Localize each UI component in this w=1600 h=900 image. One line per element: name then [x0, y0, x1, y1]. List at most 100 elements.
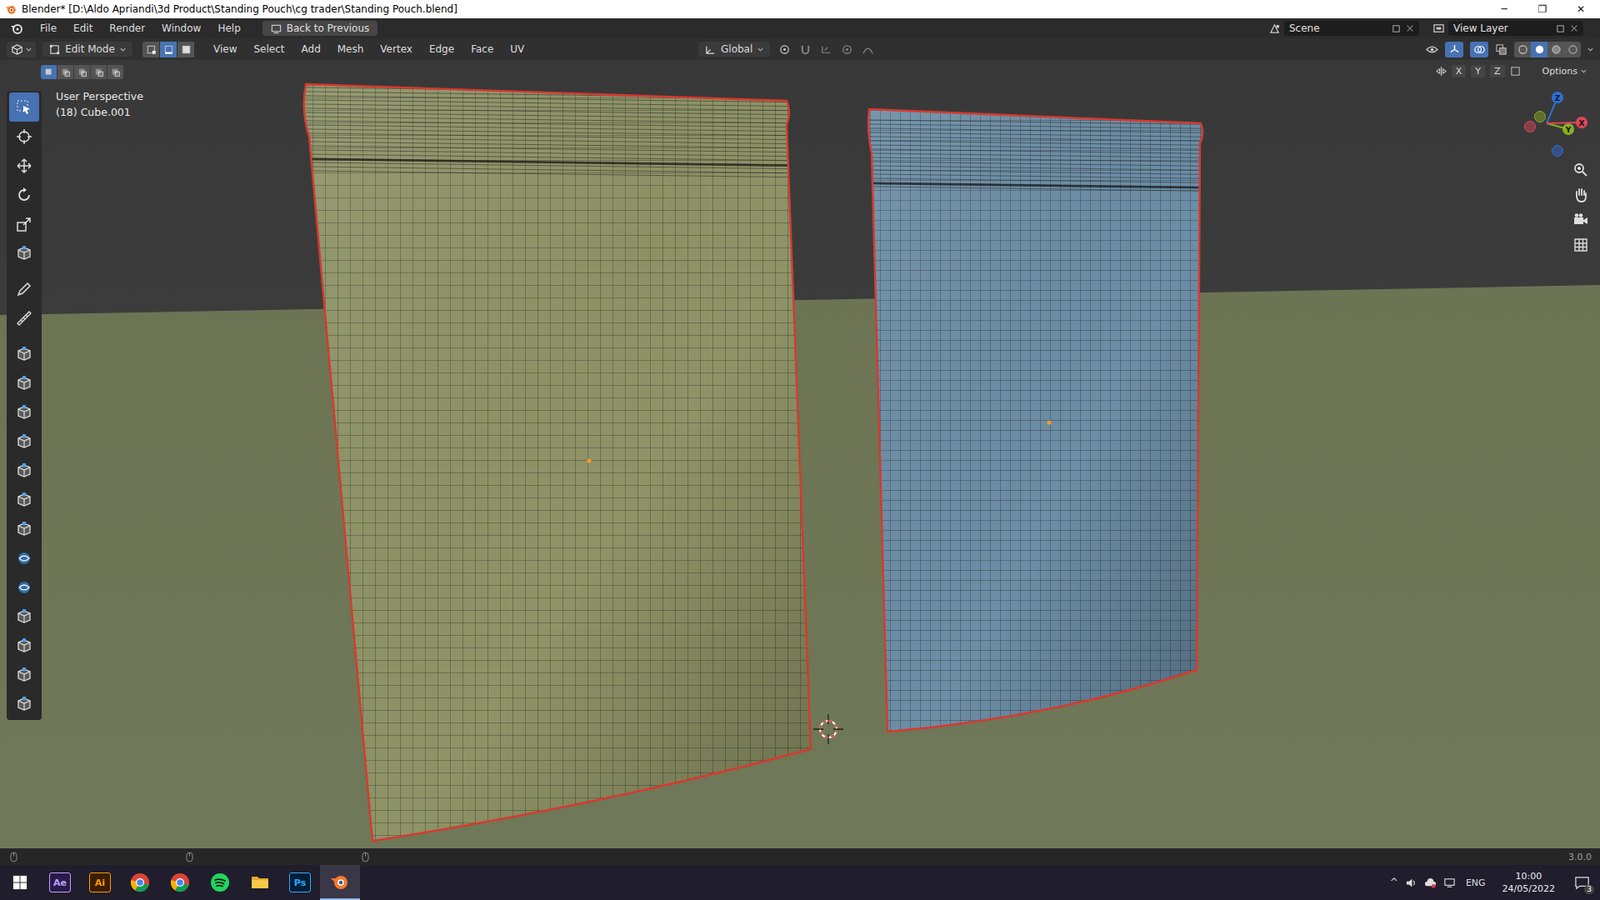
measure-tool[interactable]	[9, 303, 40, 333]
auto-merge-icon[interactable]	[1510, 65, 1521, 77]
chrome-taskbar-button[interactable]	[160, 865, 200, 900]
mirror-axis-button[interactable]: Z	[1490, 65, 1505, 78]
speaker-icon[interactable]	[1405, 876, 1418, 890]
header-menu-item[interactable]: View	[206, 41, 244, 57]
network-icon[interactable]	[1443, 876, 1456, 890]
notification-center-button[interactable]: 3	[1568, 875, 1595, 891]
pan-hand-icon[interactable]	[1572, 186, 1590, 204]
box-mode-button[interactable]	[57, 65, 75, 80]
mirror-axis-button[interactable]: X	[1451, 65, 1467, 78]
edge-select-button[interactable]	[160, 41, 178, 58]
pouch-mesh[interactable]	[250, 84, 1250, 841]
scene-selector[interactable]: Scene	[1284, 20, 1420, 36]
camera-icon[interactable]	[1572, 211, 1590, 229]
menu-item[interactable]: File	[33, 20, 64, 36]
close-icon[interactable]	[1405, 24, 1415, 33]
header-menu-item[interactable]: Edge	[422, 41, 461, 57]
menu-item[interactable]: Render	[102, 20, 152, 36]
3d-cursor-icon[interactable]	[813, 714, 844, 745]
pivot-icon[interactable]	[778, 43, 791, 56]
menu-item[interactable]: Help	[210, 20, 247, 36]
menu-item[interactable]: Edit	[66, 20, 100, 36]
spin-tool[interactable]	[9, 543, 40, 573]
shading-options-icon[interactable]	[1587, 46, 1594, 53]
solid-shading-button[interactable]	[1530, 41, 1548, 58]
add-cube-tool[interactable]	[9, 339, 40, 369]
navigation-gizmo[interactable]: ZYX	[1505, 78, 1589, 162]
annotate-tool[interactable]	[9, 274, 40, 304]
rotate-tool[interactable]	[9, 180, 40, 210]
header-menu-item[interactable]: UV	[503, 41, 531, 57]
files-taskbar-button[interactable]	[240, 865, 280, 900]
header-menu-item[interactable]: Vertex	[373, 41, 420, 57]
gizmo-toggle[interactable]	[1445, 41, 1464, 58]
box-mode-button[interactable]	[74, 65, 91, 80]
smooth-tool[interactable]	[9, 572, 40, 602]
window-control-button[interactable]: ─	[1485, 0, 1524, 19]
snap-icon[interactable]	[799, 43, 812, 56]
header-menu-item[interactable]: Add	[295, 41, 328, 57]
back-to-previous-button[interactable]: Back to Previous	[262, 20, 379, 36]
copy-icon[interactable]	[1555, 24, 1565, 34]
spotify-taskbar-button[interactable]	[200, 865, 240, 900]
ae-taskbar-button[interactable]: Ae	[40, 865, 80, 900]
material-shading-button[interactable]	[1547, 41, 1565, 58]
chrome-taskbar-button[interactable]	[120, 865, 160, 900]
box-mode-button[interactable]	[40, 65, 58, 80]
header-menu-item[interactable]: Mesh	[330, 41, 371, 57]
language-indicator[interactable]: ENG	[1462, 877, 1490, 889]
snap-target-icon[interactable]	[820, 43, 833, 56]
window-control-button[interactable]: ❐	[1523, 0, 1562, 19]
box-mode-button[interactable]	[90, 65, 108, 80]
copy-icon[interactable]	[1391, 24, 1401, 34]
face-select-button[interactable]	[177, 41, 195, 58]
header-menu-item[interactable]: Select	[246, 41, 291, 57]
edge-slide-tool[interactable]	[9, 601, 40, 631]
proportional-icon[interactable]	[840, 43, 854, 56]
extrude-tool[interactable]	[9, 368, 40, 398]
tray-chevron[interactable]: ^	[1390, 876, 1399, 889]
options-dropdown[interactable]: Options	[1537, 65, 1592, 78]
overlay-toggle[interactable]	[1470, 41, 1489, 58]
rendered-shading-button[interactable]	[1564, 41, 1581, 58]
orientation-dropdown[interactable]: Global	[698, 41, 770, 57]
shrink-tool[interactable]	[9, 630, 40, 660]
move-tool[interactable]	[9, 150, 40, 180]
zoom-icon[interactable]	[1572, 161, 1590, 179]
ps-taskbar-button[interactable]: Ps	[280, 865, 320, 900]
window-control-button[interactable]: ✕	[1561, 0, 1600, 19]
menu-item[interactable]: Window	[155, 20, 208, 36]
blender-taskbar-button[interactable]	[320, 865, 360, 900]
blender-menu-icon[interactable]	[10, 21, 24, 35]
cloud-icon[interactable]	[1424, 876, 1437, 890]
box-mode-button[interactable]	[107, 65, 125, 80]
visibility-icon[interactable]	[1425, 43, 1439, 56]
view-layer-selector[interactable]: View Layer	[1448, 20, 1584, 36]
header-menu-item[interactable]: Face	[464, 41, 500, 57]
bevel-tool[interactable]	[9, 426, 40, 456]
shear-tool[interactable]	[9, 660, 40, 690]
select-tool[interactable]	[9, 92, 40, 122]
xray-icon[interactable]	[1495, 43, 1508, 56]
3d-viewport[interactable]: User Perspective(18) Cube.001XYZOptionsZ…	[0, 60, 1600, 849]
clock[interactable]: 10:0024/05/2022	[1495, 870, 1562, 895]
mirror-axis-button[interactable]: Y	[1470, 65, 1485, 78]
knife-tool[interactable]	[9, 485, 40, 515]
vertex-select-button[interactable]	[142, 41, 160, 58]
wireframe-shading-button[interactable]	[1514, 41, 1531, 58]
rip-tool[interactable]	[9, 689, 40, 719]
close-icon[interactable]	[1570, 24, 1579, 33]
ai-taskbar-button[interactable]: Ai	[80, 865, 120, 900]
falloff-icon[interactable]	[861, 43, 875, 56]
start-button[interactable]	[0, 865, 40, 900]
transform-tool[interactable]	[9, 238, 40, 268]
editor-type-dropdown[interactable]	[6, 41, 36, 58]
loop-cut-tool[interactable]	[9, 455, 40, 485]
inset-tool[interactable]	[9, 397, 40, 427]
mode-dropdown[interactable]: Edit Mode	[42, 41, 133, 57]
poly-build-tool[interactable]	[9, 514, 40, 544]
cursor-tool[interactable]	[9, 121, 40, 151]
scale-tool[interactable]	[9, 209, 40, 239]
grid-view-icon[interactable]	[1572, 236, 1590, 254]
pouch-mesh[interactable]	[250, 109, 1250, 732]
